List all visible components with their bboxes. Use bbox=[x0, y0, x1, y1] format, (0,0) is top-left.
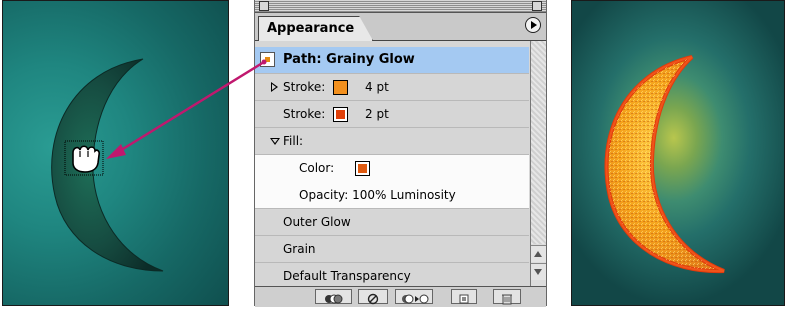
callout-arrow bbox=[106, 59, 267, 159]
